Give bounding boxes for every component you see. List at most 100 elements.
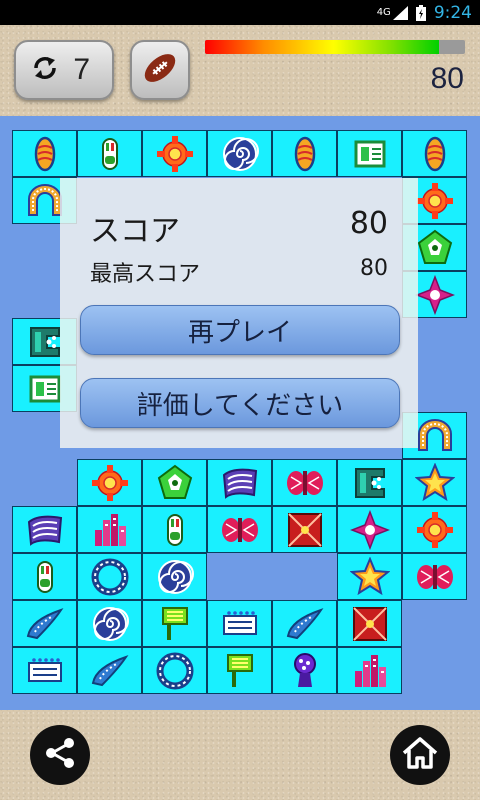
tile-sun-gear[interactable] <box>402 506 467 553</box>
tile-keyboard[interactable] <box>207 600 272 647</box>
footprint-icon <box>25 557 65 597</box>
tile-butterfly[interactable] <box>207 506 272 553</box>
tile-buildings[interactable] <box>337 647 402 694</box>
network-type: 4G <box>376 7 391 18</box>
envelope-icon <box>350 604 390 644</box>
arch-icon <box>415 416 455 456</box>
vase-icon <box>285 651 325 691</box>
tile-horn[interactable] <box>272 600 337 647</box>
comb-block-icon <box>25 322 65 362</box>
ring-icon <box>90 557 130 597</box>
tile-cross-flower[interactable] <box>337 506 402 553</box>
tile-envelope[interactable] <box>337 600 402 647</box>
replay-button[interactable]: 再プレイ <box>80 305 400 355</box>
tile-ring[interactable] <box>77 553 142 600</box>
home-icon <box>401 735 439 775</box>
tile-sun-gear[interactable] <box>142 130 207 177</box>
footprint-icon <box>90 134 130 174</box>
tile-horn[interactable] <box>12 600 77 647</box>
tile-oval-leaf[interactable] <box>12 130 77 177</box>
horn-icon <box>90 651 130 691</box>
ring-icon <box>155 651 195 691</box>
tile-spiral-shell[interactable] <box>77 600 142 647</box>
tile-pentagon-star[interactable] <box>142 459 207 506</box>
sun-gear-icon <box>415 181 455 221</box>
tile-circuit[interactable] <box>337 130 402 177</box>
comb-block-icon <box>350 463 390 503</box>
oval-leaf-icon <box>25 134 65 174</box>
tile-book[interactable] <box>207 459 272 506</box>
horn-icon <box>25 604 65 644</box>
football-button[interactable] <box>130 40 190 100</box>
best-score-label: 最高スコア <box>90 262 201 287</box>
tile-oval-leaf[interactable] <box>402 130 467 177</box>
best-score-row: 最高スコア 80 <box>90 256 388 288</box>
signal-icon <box>392 5 408 20</box>
horn-icon <box>285 604 325 644</box>
rate-button[interactable]: 評価してください <box>80 378 400 428</box>
sun-gear-icon <box>155 134 195 174</box>
envelope-icon <box>285 510 325 550</box>
tile-oval-leaf[interactable] <box>272 130 337 177</box>
football-icon <box>140 48 180 92</box>
circuit-icon <box>25 369 65 409</box>
tile-envelope[interactable] <box>272 506 337 553</box>
tile-sun-gear[interactable] <box>77 459 142 506</box>
tile-footprint[interactable] <box>77 130 142 177</box>
sun-gear-icon <box>90 463 130 503</box>
shuffle-button[interactable]: 7 <box>14 40 114 100</box>
tile-flag[interactable] <box>142 600 207 647</box>
shuffle-count: 7 <box>73 53 90 86</box>
arch-icon <box>25 181 65 221</box>
tile-spiral-shell[interactable] <box>207 130 272 177</box>
butterfly-icon <box>285 463 325 503</box>
tile-horn[interactable] <box>77 647 142 694</box>
butterfly-icon <box>220 510 260 550</box>
tile-star[interactable] <box>402 459 467 506</box>
star-icon <box>414 462 455 503</box>
tile-footprint[interactable] <box>142 506 207 553</box>
cross-flower-icon <box>349 509 390 550</box>
tile-butterfly[interactable] <box>402 553 467 600</box>
share-icon <box>42 735 78 775</box>
butterfly-icon <box>415 557 455 597</box>
network-indicator: 4G <box>376 5 408 20</box>
flag-icon <box>220 651 260 691</box>
tile-spiral-shell[interactable] <box>142 553 207 600</box>
share-button[interactable] <box>30 725 90 785</box>
spiral-shell-icon <box>220 134 260 174</box>
footprint-icon <box>155 510 195 550</box>
shuffle-arrows-icon <box>32 54 58 86</box>
star-icon <box>349 556 390 597</box>
keyboard-icon <box>25 651 65 691</box>
sun-gear-icon <box>415 510 455 550</box>
spiral-shell-icon <box>155 557 195 597</box>
tile-butterfly[interactable] <box>272 459 337 506</box>
timer-bar-fill <box>205 40 439 54</box>
tile-footprint[interactable] <box>12 553 77 600</box>
buildings-icon <box>350 651 390 691</box>
cross-flower-icon <box>414 274 455 315</box>
book-icon <box>25 510 65 550</box>
tile-ring[interactable] <box>142 647 207 694</box>
oval-leaf-icon <box>285 134 325 174</box>
game-over-dialog: スコア 80 最高スコア 80 再プレイ 評価してください <box>60 178 418 448</box>
tile-buildings[interactable] <box>77 506 142 553</box>
score-label: スコア <box>90 214 180 249</box>
tile-flag[interactable] <box>207 647 272 694</box>
home-button[interactable] <box>390 725 450 785</box>
status-bar: 4G 9:24 <box>0 0 480 25</box>
status-time: 9:24 <box>433 2 472 23</box>
tile-book[interactable] <box>12 506 77 553</box>
tile-comb-block[interactable] <box>337 459 402 506</box>
score-display: 80 <box>430 62 464 95</box>
tile-star[interactable] <box>337 553 402 600</box>
best-score-value: 80 <box>360 256 388 281</box>
timer-bar <box>205 40 465 54</box>
score-row: スコア 80 <box>90 206 388 250</box>
tile-vase[interactable] <box>272 647 337 694</box>
battery-icon <box>415 4 426 21</box>
spiral-shell-icon <box>90 604 130 644</box>
keyboard-icon <box>220 604 260 644</box>
tile-keyboard[interactable] <box>12 647 77 694</box>
